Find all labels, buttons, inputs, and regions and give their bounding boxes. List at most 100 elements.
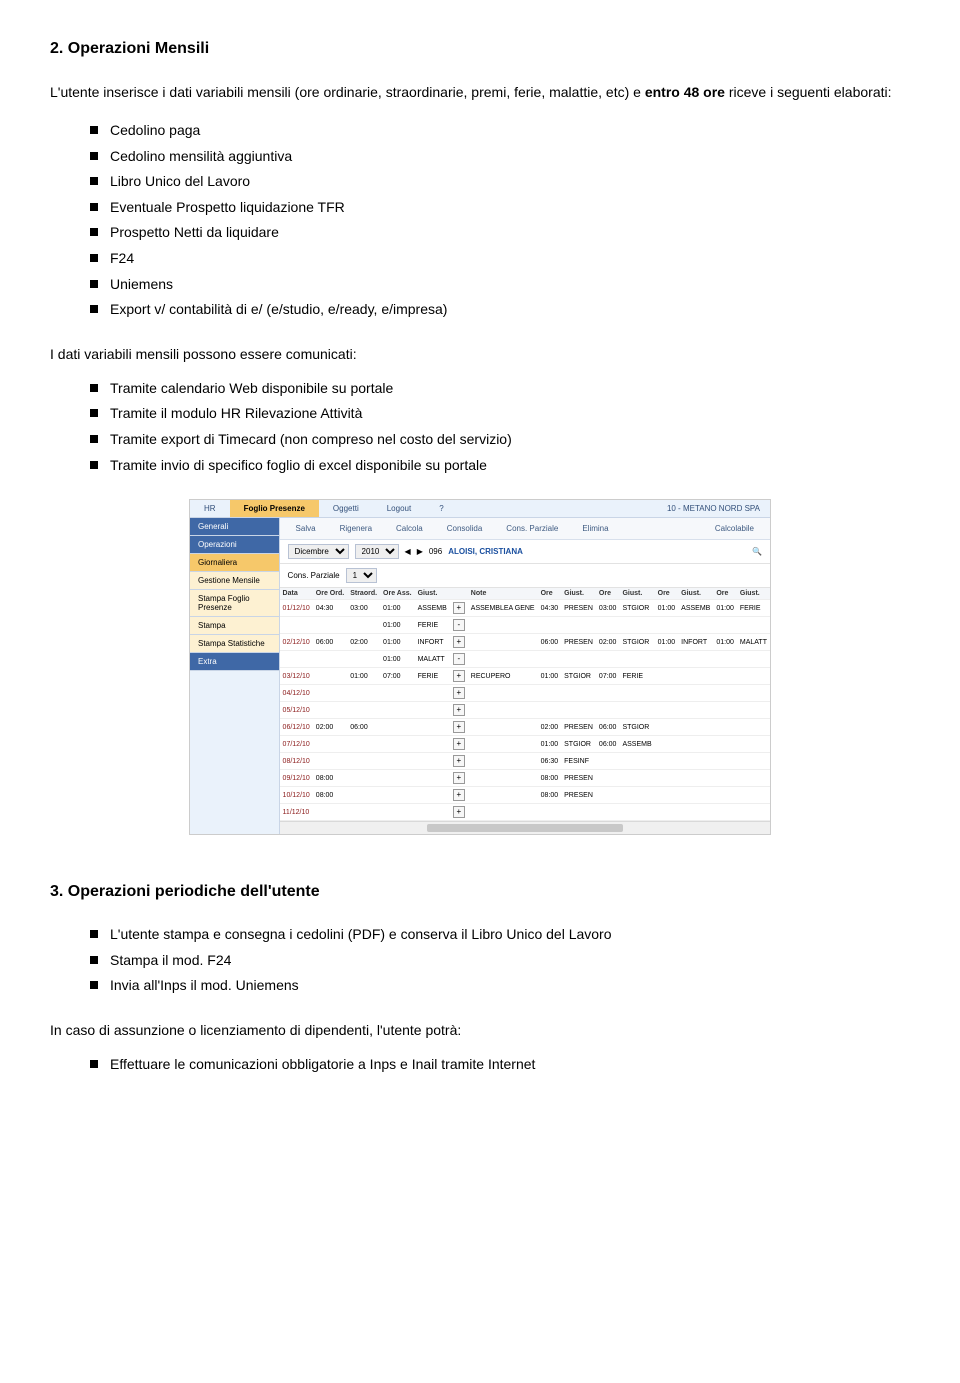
cell[interactable]: + xyxy=(450,702,468,719)
consolida-button[interactable]: Consolida xyxy=(439,522,491,535)
cell[interactable]: + xyxy=(450,600,468,617)
cell xyxy=(655,617,679,634)
cell[interactable]: + xyxy=(450,685,468,702)
plus-icon[interactable]: + xyxy=(453,738,465,750)
tab-hr[interactable]: HR xyxy=(190,500,230,517)
plus-icon[interactable]: + xyxy=(453,704,465,716)
plus-icon[interactable]: + xyxy=(453,806,465,818)
calcola-button[interactable]: Calcola xyxy=(388,522,431,535)
elimina-button[interactable]: Elimina xyxy=(574,522,616,535)
help-icon[interactable]: ? xyxy=(425,500,457,517)
sidebar-item-operazioni[interactable]: Operazioni xyxy=(190,536,279,554)
cell-date[interactable]: 02/12/10 xyxy=(280,634,313,651)
cell-date[interactable]: 10/12/10 xyxy=(280,787,313,804)
cell-date[interactable]: 09/12/10 xyxy=(280,770,313,787)
cell: PRESEN xyxy=(561,770,596,787)
search-icon[interactable]: 🔍 xyxy=(752,547,762,556)
cell-date[interactable]: 07/12/10 xyxy=(280,736,313,753)
sidebar-item-stampa-foglio[interactable]: Stampa Foglio Presenze xyxy=(190,590,279,617)
cell-date[interactable]: 01/12/10 xyxy=(280,600,313,617)
tab-oggetti[interactable]: Oggetti xyxy=(319,500,373,517)
cell[interactable]: + xyxy=(450,787,468,804)
cell xyxy=(468,634,538,651)
cell-date[interactable]: 11/12/10 xyxy=(280,804,313,821)
cell[interactable]: + xyxy=(450,719,468,736)
cell: 08:00 xyxy=(538,770,562,787)
salva-button[interactable]: Salva xyxy=(288,522,324,535)
cell-date[interactable] xyxy=(280,651,313,668)
cell-date[interactable]: 08/12/10 xyxy=(280,753,313,770)
table-row[interactable]: 04/12/10 + xyxy=(280,685,770,702)
table-row[interactable]: 07/12/10+01:00STGIOR06:00ASSEMB xyxy=(280,736,770,753)
list-item: Invia all'Inps il mod. Uniemens xyxy=(90,976,910,996)
cell xyxy=(468,719,538,736)
tab-foglio-presenze[interactable]: Foglio Presenze xyxy=(230,500,319,517)
cell: PRESEN xyxy=(561,600,596,617)
sidebar-item-stampa-statistiche[interactable]: Stampa Statistiche xyxy=(190,635,279,653)
cell: STGIOR xyxy=(619,600,654,617)
table-row[interactable]: 08/12/10+06:30FESINF xyxy=(280,753,770,770)
plus-icon[interactable]: + xyxy=(453,755,465,767)
plus-icon[interactable]: + xyxy=(453,721,465,733)
year-select[interactable]: 2010 xyxy=(355,544,399,559)
table-row[interactable]: 02/12/1006:0002:0001:00INFORT+06:00PRESE… xyxy=(280,634,770,651)
sidebar-item-stampa[interactable]: Stampa xyxy=(190,617,279,635)
cell: 01:00 xyxy=(655,600,679,617)
minus-icon[interactable]: - xyxy=(453,619,465,631)
cons-parziale-button[interactable]: Cons. Parziale xyxy=(498,522,566,535)
cell-date[interactable] xyxy=(280,617,313,634)
cell[interactable]: - xyxy=(450,651,468,668)
sidebar-item-generali[interactable]: Generali xyxy=(190,518,279,536)
table-row[interactable]: 01:00MALATT- xyxy=(280,651,770,668)
list-item: Uniemens xyxy=(90,275,910,295)
calcolabile-button[interactable]: Calcolabile xyxy=(707,522,762,535)
plus-icon[interactable]: + xyxy=(453,687,465,699)
cell-date[interactable]: 04/12/10 xyxy=(280,685,313,702)
cell xyxy=(347,702,380,719)
cell[interactable]: + xyxy=(450,770,468,787)
table-row[interactable]: 06/12/1002:0006:00+02:00PRESEN06:00STGIO… xyxy=(280,719,770,736)
sidebar-item-giornaliera[interactable]: Giornaliera xyxy=(190,554,279,572)
cons-parziale-select[interactable]: 1 xyxy=(346,568,377,583)
sidebar-item-extra[interactable]: Extra xyxy=(190,653,279,671)
cell xyxy=(380,736,415,753)
table-row[interactable]: 01:00FERIE- xyxy=(280,617,770,634)
table-row[interactable]: 11/12/10 + xyxy=(280,804,770,821)
plus-icon[interactable]: + xyxy=(453,602,465,614)
table-row[interactable]: 01/12/1004:3003:0001:00ASSEMB+ASSEMBLEA … xyxy=(280,600,770,617)
cell-date[interactable]: 06/12/10 xyxy=(280,719,313,736)
cell[interactable]: + xyxy=(450,753,468,770)
scrollbar-thumb[interactable] xyxy=(427,824,623,832)
cell: PRESEN xyxy=(561,719,596,736)
cell xyxy=(678,719,713,736)
col-giust-3: Giust. xyxy=(678,588,713,600)
month-select[interactable]: Dicembre xyxy=(288,544,349,559)
cell-date[interactable]: 03/12/10 xyxy=(280,668,313,685)
cell: ASSEMB xyxy=(678,600,713,617)
cell xyxy=(468,685,538,702)
nav-next-icon[interactable]: ▶ xyxy=(417,547,423,556)
plus-icon[interactable]: + xyxy=(453,670,465,682)
cell[interactable]: + xyxy=(450,634,468,651)
table-row[interactable]: 05/12/10 + xyxy=(280,702,770,719)
nav-prev-icon[interactable]: ◀ xyxy=(405,547,411,556)
plus-icon[interactable]: + xyxy=(453,636,465,648)
rigenera-button[interactable]: Rigenera xyxy=(332,522,380,535)
cell[interactable]: - xyxy=(450,617,468,634)
table-row[interactable]: 10/12/1008:00+08:00PRESEN xyxy=(280,787,770,804)
cell xyxy=(561,804,596,821)
cell: 04:30 xyxy=(313,600,347,617)
minus-icon[interactable]: - xyxy=(453,653,465,665)
plus-icon[interactable]: + xyxy=(453,789,465,801)
cell[interactable]: + xyxy=(450,668,468,685)
cell[interactable]: + xyxy=(450,804,468,821)
plus-icon[interactable]: + xyxy=(453,772,465,784)
table-row[interactable]: 03/12/1001:0007:00FERIE+RECUPERO01:00STG… xyxy=(280,668,770,685)
horizontal-scrollbar[interactable] xyxy=(280,821,770,834)
tab-logout[interactable]: Logout xyxy=(373,500,425,517)
cons-parziale-label: Cons. Parziale xyxy=(288,571,340,580)
cell[interactable]: + xyxy=(450,736,468,753)
sidebar-item-gestione-mensile[interactable]: Gestione Mensile xyxy=(190,572,279,590)
table-row[interactable]: 09/12/1008:00+08:00PRESEN xyxy=(280,770,770,787)
cell-date[interactable]: 05/12/10 xyxy=(280,702,313,719)
